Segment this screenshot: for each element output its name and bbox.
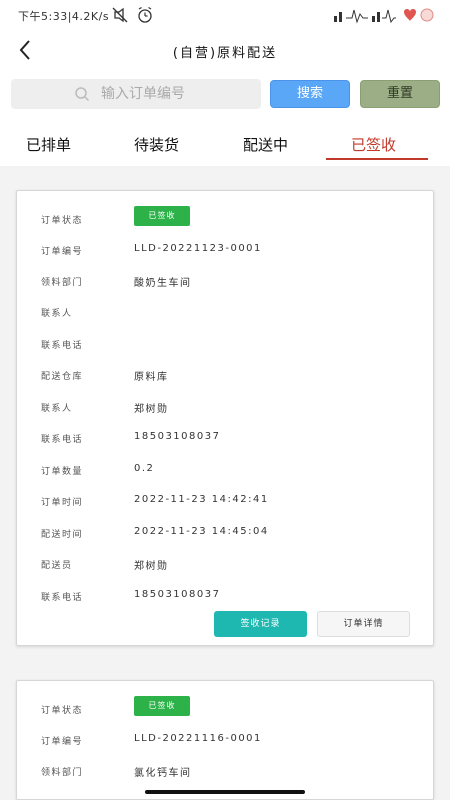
row-value: 2022-11-23 14:45:04 xyxy=(134,526,269,537)
status-tabs: 已排单 待装货 配送中 已签收 xyxy=(0,118,450,166)
status-badge: 已签收 xyxy=(134,696,190,716)
heart-battery-icon xyxy=(404,8,434,22)
row-label: 联系电话 xyxy=(41,435,84,445)
row-label: 订单编号 xyxy=(41,247,84,257)
home-indicator[interactable] xyxy=(145,790,305,794)
delivery-time-row: 配送时间 2022-11-23 14:45:04 xyxy=(17,525,433,545)
row-label: 订单状态 xyxy=(41,216,84,226)
contact-row: 联系人 xyxy=(17,304,433,324)
tab-signed[interactable]: 已签收 xyxy=(351,134,396,155)
quantity-row: 订单数量 0.2 xyxy=(17,462,433,482)
order-status-row: 订单状态 已签收 xyxy=(17,206,433,231)
warehouse-contact-row: 联系人 郑树勋 xyxy=(17,399,433,419)
tab-scheduled[interactable]: 已排单 xyxy=(26,134,71,155)
row-value: 18503108037 xyxy=(134,589,221,600)
row-label: 订单状态 xyxy=(41,706,84,716)
row-label: 订单时间 xyxy=(41,498,84,508)
sign-record-button[interactable]: 签收记录 xyxy=(214,611,307,637)
row-label: 领料部门 xyxy=(41,278,84,288)
signal-icon xyxy=(334,9,396,24)
row-label: 联系人 xyxy=(41,404,73,414)
row-value: LLD-20221123-0001 xyxy=(134,243,262,254)
row-value: 郑树勋 xyxy=(134,561,169,572)
status-badge: 已签收 xyxy=(134,206,190,226)
row-value: LLD-20221116-0001 xyxy=(134,733,262,744)
active-tab-indicator xyxy=(326,158,428,160)
row-label: 订单数量 xyxy=(41,467,84,477)
courier-phone-row: 联系电话 18503108037 xyxy=(17,588,433,608)
order-status-row: 订单状态 已签收 xyxy=(17,696,433,721)
status-bar: 下午5:33|4.2K/s xyxy=(0,0,450,30)
contact-phone-row: 联系电话 xyxy=(17,336,433,356)
order-number-row: 订单编号 LLD-20221123-0001 xyxy=(17,242,433,262)
tab-delivering[interactable]: 配送中 xyxy=(243,134,288,155)
row-label: 联系电话 xyxy=(41,593,84,603)
order-card: 订单状态 已签收 订单编号 LLD-20221116-0001 领料部门 氯化钙… xyxy=(16,680,434,800)
department-row: 领料部门 氯化钙车间 xyxy=(17,763,433,783)
order-card: 订单状态 已签收 订单编号 LLD-20221123-0001 领料部门 酸奶生… xyxy=(16,190,434,646)
row-value: 氯化钙车间 xyxy=(134,768,192,779)
row-label: 订单编号 xyxy=(41,737,84,747)
order-detail-button[interactable]: 订单详情 xyxy=(317,611,410,637)
tab-awaiting-loading[interactable]: 待装货 xyxy=(134,134,179,155)
warehouse-phone-row: 联系电话 18503108037 xyxy=(17,430,433,450)
row-value: 原料库 xyxy=(134,372,169,383)
reset-button[interactable]: 重置 xyxy=(360,80,440,108)
search-icon xyxy=(75,87,90,102)
order-number-row: 订单编号 LLD-20221116-0001 xyxy=(17,732,433,752)
page-title: (自营)原料配送 xyxy=(172,46,278,61)
row-label: 联系人 xyxy=(41,309,73,319)
row-value: 郑树勋 xyxy=(134,404,169,415)
search-field[interactable] xyxy=(11,79,261,109)
row-value: 0.2 xyxy=(134,463,155,474)
search-bar: 搜索 重置 xyxy=(0,70,450,118)
department-row: 领料部门 酸奶生车间 xyxy=(17,273,433,293)
row-label: 领料部门 xyxy=(41,768,84,778)
alarm-icon xyxy=(138,6,152,23)
courier-row: 配送员 郑树勋 xyxy=(17,556,433,576)
row-label: 联系电话 xyxy=(41,341,84,351)
signal-battery-icons xyxy=(334,8,434,24)
status-time: 下午5:33|4.2K/s xyxy=(18,10,110,23)
search-button[interactable]: 搜索 xyxy=(270,80,350,108)
mute-alarm-icons xyxy=(112,6,152,23)
row-label: 配送时间 xyxy=(41,530,84,540)
mute-icon xyxy=(112,7,128,23)
row-value: 酸奶生车间 xyxy=(134,278,192,289)
order-time-row: 订单时间 2022-11-23 14:42:41 xyxy=(17,493,433,513)
row-value: 2022-11-23 14:42:41 xyxy=(134,494,269,505)
row-value: 18503108037 xyxy=(134,431,221,442)
search-input[interactable] xyxy=(101,83,251,105)
warehouse-row: 配送仓库 原料库 xyxy=(17,367,433,387)
row-label: 配送员 xyxy=(41,561,73,571)
nav-bar: (自营)原料配送 xyxy=(0,30,450,70)
row-label: 配送仓库 xyxy=(41,372,84,382)
